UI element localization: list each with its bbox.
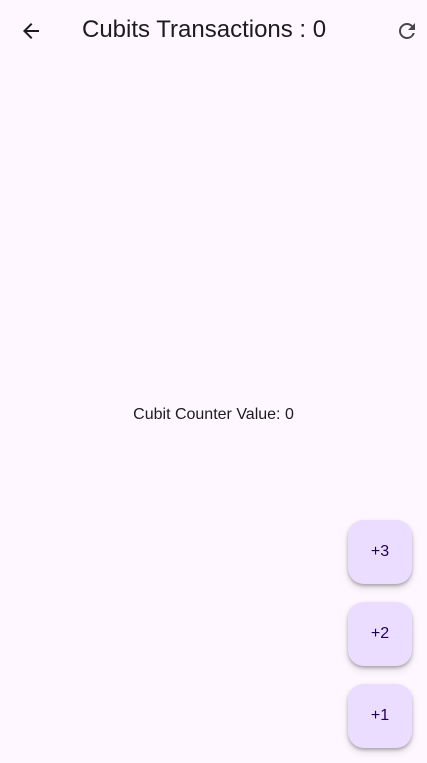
counter-value-text: Cubit Counter Value: 0 bbox=[133, 406, 294, 423]
increment-1-label: +1 bbox=[370, 707, 390, 724]
increment-3-label: +3 bbox=[370, 543, 390, 560]
arrow-back-icon bbox=[23, 23, 39, 39]
increment-3-button[interactable]: +3 bbox=[348, 520, 412, 584]
increment-2-button[interactable]: +2 bbox=[348, 602, 412, 666]
back-button[interactable] bbox=[11, 11, 51, 51]
increment-2-label: +2 bbox=[370, 625, 390, 642]
refresh-icon bbox=[399, 23, 415, 39]
app-bar: Cubits Transactions : 0 bbox=[0, 0, 427, 62]
increment-1-button[interactable]: +1 bbox=[348, 684, 412, 748]
page-title: Cubits Transactions : 0 bbox=[82, 16, 327, 43]
refresh-button[interactable] bbox=[387, 11, 427, 51]
